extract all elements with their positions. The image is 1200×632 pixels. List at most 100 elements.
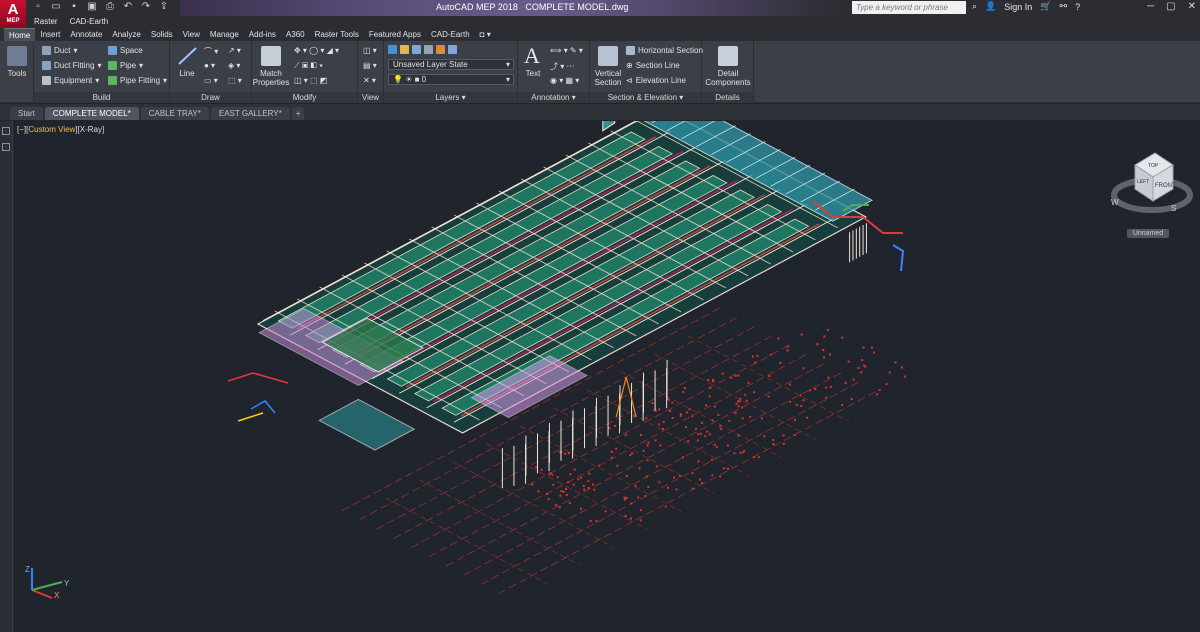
ribbon-toggle-icon[interactable]: ◘ ▾ [475, 28, 496, 41]
vertical-section-label[interactable]: Vertical Section [590, 69, 626, 87]
equipment-button[interactable]: Equipment ▾ [42, 76, 99, 85]
tab-analyze[interactable]: Analyze [107, 28, 145, 41]
user-icon[interactable]: 👤 [985, 1, 996, 12]
sign-in-link[interactable]: Sign In [1004, 2, 1032, 12]
tab-home[interactable]: Home [4, 27, 36, 42]
save-icon[interactable]: ▪ [68, 1, 80, 13]
redo-icon[interactable]: ↷ [140, 1, 152, 13]
search-icon[interactable]: ⌕ [972, 1, 977, 12]
ucs-menu[interactable]: Unnamed [1127, 229, 1169, 238]
vertical-section-icon[interactable] [598, 46, 618, 66]
ucs-z-label: Z [25, 565, 30, 574]
viewport-icon[interactable]: ✕ ▾ [363, 76, 376, 85]
duct-button[interactable]: Duct ▾ [42, 46, 77, 55]
section-line-button[interactable]: ⊕ Section Line [626, 61, 680, 70]
detail-components-label[interactable]: Detail Components [702, 69, 754, 87]
ribbon: Tools Duct ▾ Duct Fitting ▾ Equipment ▾ … [0, 41, 1200, 103]
menu-cad-earth[interactable]: CAD-Earth [70, 16, 109, 28]
help-icon[interactable]: ? [1075, 2, 1080, 12]
maximize-icon[interactable]: ▢ [1166, 1, 1175, 12]
tab-cad-earth[interactable]: CAD-Earth [426, 28, 475, 41]
rectangle-icon[interactable]: ▭ ▾ [204, 76, 218, 85]
elevation-line-button[interactable]: ⊲ Elevation Line [626, 76, 686, 85]
hatch-icon[interactable]: ◈ ▾ [228, 61, 240, 70]
text-label[interactable]: Text [521, 69, 545, 78]
current-layer-dropdown[interactable]: 💡 ☀ ■ 0 ▾ [388, 74, 514, 85]
open-icon[interactable]: ▭ [50, 1, 62, 13]
detail-components-icon[interactable] [718, 46, 738, 66]
tools-icon[interactable] [7, 46, 27, 66]
visual-style-icon[interactable]: ▤ ▾ [363, 61, 377, 70]
drawing-viewport[interactable] [13, 121, 1200, 632]
doc-tab-start[interactable]: Start [10, 107, 43, 120]
space-button[interactable]: Space [108, 46, 143, 55]
move-icon[interactable]: ✥ ▾ ◯ ▾ ◢ ▾ [294, 46, 339, 55]
horizontal-section-button[interactable]: Horizontal Section [626, 46, 703, 55]
layer-state-dropdown[interactable]: Unsaved Layer State ▾ [388, 59, 514, 70]
application-menu-button[interactable]: A MEP [0, 0, 26, 28]
leader-icon[interactable]: ⤴ ▾ ⋯ [550, 61, 574, 72]
match-properties-label[interactable]: Match Properties [252, 69, 290, 87]
print-icon[interactable]: ⎙ [104, 1, 116, 13]
text-icon[interactable]: A [524, 43, 540, 69]
pipe-icon [108, 61, 117, 70]
view-cube-icon[interactable]: ◫ ▾ [363, 46, 377, 55]
menu-raster[interactable]: Raster [34, 16, 58, 28]
close-icon[interactable]: ✕ [1188, 1, 1196, 12]
layer-tools-icon[interactable] [388, 45, 457, 54]
layers-panel-title: Layers ▾ [384, 92, 517, 103]
polyline-icon[interactable]: ⌒ ▾ [204, 46, 218, 57]
duct-fitting-button[interactable]: Duct Fitting ▾ [42, 61, 101, 70]
new-tab-button[interactable]: + [291, 107, 305, 120]
cart-icon[interactable]: 🛒 [1040, 1, 1051, 12]
pipe-fitting-button[interactable]: Pipe Fitting ▾ [108, 76, 167, 85]
document-tabs: Start COMPLETE MODEL* CABLE TRAY* EAST G… [0, 104, 1200, 120]
ucs-icon: Z X Y [25, 565, 70, 600]
minimize-icon[interactable]: ─ [1147, 1, 1154, 12]
doc-tab-east-gallery[interactable]: EAST GALLERY* [210, 107, 290, 120]
horizontal-section-icon [626, 46, 635, 55]
copy-icon[interactable]: ◫ ▾ ⬚ ◩ [294, 76, 327, 85]
menu-bar: Raster CAD-Earth [0, 16, 1200, 28]
doc-tab-cable-tray[interactable]: CABLE TRAY* [140, 107, 209, 120]
table-icon[interactable]: ◉ ▾ ▦ ▾ [550, 76, 579, 85]
tab-add-ins[interactable]: Add-ins [244, 28, 281, 41]
circle-icon[interactable]: ● ▾ [204, 61, 215, 70]
left-palette-strip [0, 121, 13, 632]
tab-a360[interactable]: A360 [281, 28, 310, 41]
undo-icon[interactable]: ↶ [122, 1, 134, 13]
dimension-icon[interactable]: ⟺ ▾ ✎ ▾ [550, 46, 583, 55]
search-input[interactable]: Type a keyword or phrase [852, 1, 966, 14]
panel-details: Detail Components Details [702, 41, 754, 103]
tab-solids[interactable]: Solids [146, 28, 178, 41]
tab-featured-apps[interactable]: Featured Apps [364, 28, 426, 41]
share-icon[interactable]: ⇪ [158, 1, 170, 13]
tab-insert[interactable]: Insert [35, 28, 65, 41]
tab-view[interactable]: View [178, 28, 205, 41]
doc-tab-complete-model[interactable]: COMPLETE MODEL* [44, 107, 139, 120]
line-icon[interactable] [176, 45, 200, 67]
viewport-controls[interactable]: [−][Custom View][X-Ray] [17, 125, 104, 134]
saveas-icon[interactable]: ▣ [86, 1, 98, 13]
exchange-icon[interactable]: ⚯ [1060, 1, 1068, 12]
region-icon[interactable]: ⬚ ▾ [228, 76, 242, 85]
tab-raster-tools[interactable]: Raster Tools [310, 28, 364, 41]
match-properties-icon[interactable] [261, 46, 281, 66]
new-icon[interactable]: ▫ [32, 1, 44, 13]
tools-label[interactable]: Tools [0, 69, 34, 78]
pipe-button[interactable]: Pipe ▾ [108, 61, 143, 70]
palette-icon[interactable] [2, 127, 10, 135]
compass-south-label: S [1171, 204, 1176, 213]
tab-manage[interactable]: Manage [205, 28, 244, 41]
line-label[interactable]: Line [172, 69, 202, 78]
arc-icon[interactable]: ↗ ▾ [228, 46, 241, 55]
viewcube-top-label: TOP [1148, 163, 1159, 169]
tab-annotate[interactable]: Annotate [65, 28, 107, 41]
window-controls: ─ ▢ ✕ [1147, 1, 1196, 12]
trim-icon[interactable]: ⟋ ▣ ◧ ▾ [294, 61, 323, 71]
properties-icon[interactable] [2, 143, 10, 151]
logo-subtitle: MEP [6, 18, 20, 24]
section-line-icon: ⊕ [626, 61, 633, 70]
lightbulb-icon: 💡 [393, 75, 403, 84]
viewcube[interactable]: TOP LEFT FRONT W S [1105, 143, 1195, 243]
